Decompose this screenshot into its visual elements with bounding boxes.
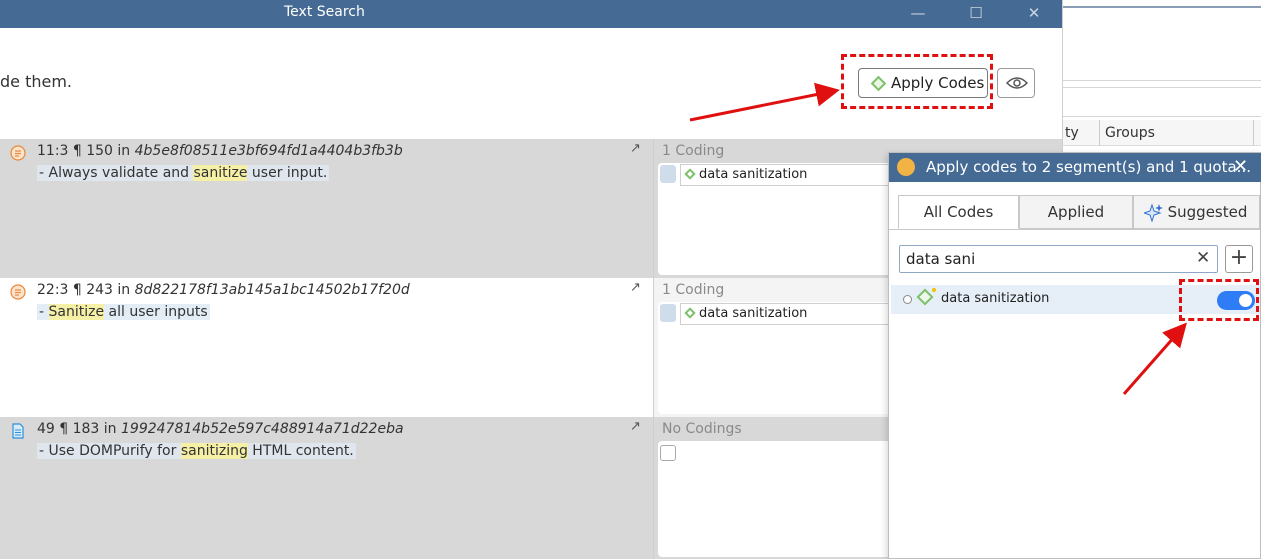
annotation-arrows	[689, 82, 1187, 395]
annotation-arrow	[689, 82, 840, 122]
annotation-arrow	[1122, 322, 1187, 395]
